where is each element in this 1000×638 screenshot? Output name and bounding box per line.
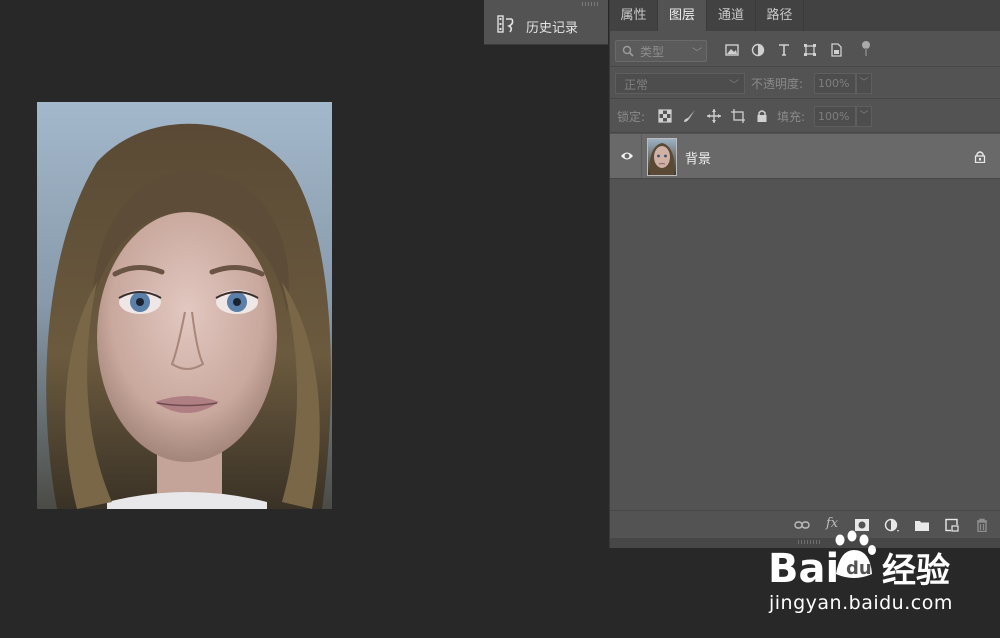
fill-value: 100%	[818, 110, 850, 123]
lock-row: 锁定: 填充: 100% ﹀	[610, 99, 1000, 133]
layers-list-empty-area[interactable]	[610, 179, 1000, 510]
layer-row-background[interactable]: 背景	[610, 134, 1000, 179]
fill-input[interactable]: 100%	[814, 106, 856, 127]
svg-text:经验: 经验	[882, 551, 950, 591]
filter-toggle-stem	[865, 48, 867, 56]
history-icon[interactable]	[497, 15, 515, 33]
smart-object-filter-icon[interactable]	[829, 43, 843, 57]
panel-grip[interactable]	[582, 2, 600, 6]
panel-tabbar: 属性 图层 通道 路径	[610, 0, 1000, 31]
visibility-column-divider	[641, 134, 642, 178]
visibility-eye-icon[interactable]	[620, 150, 634, 162]
lock-position-icon[interactable]	[707, 109, 721, 123]
layer-filter-select[interactable]: 类型 ﹀	[615, 40, 707, 62]
blend-mode-select[interactable]: 正常 ﹀	[615, 73, 745, 94]
opacity-value: 100%	[818, 77, 850, 90]
tab-layers[interactable]: 图层	[658, 0, 706, 31]
canvas-area[interactable]	[0, 0, 608, 638]
layers-panel: 属性 图层 通道 路径 类型 ﹀ 正常 ﹀ 不透明度: 100% ﹀ 锁定: 填…	[609, 0, 1000, 548]
filter-type-label: 类型	[640, 45, 665, 59]
shape-filter-icon[interactable]	[803, 43, 817, 57]
tab-paths[interactable]: 路径	[756, 0, 803, 31]
layer-name[interactable]: 背景	[685, 148, 711, 167]
fill-dropdown-button[interactable]: ﹀	[856, 106, 872, 127]
opacity-input[interactable]: 100%	[814, 73, 856, 94]
blend-mode-value: 正常	[624, 78, 649, 92]
tab-separator	[803, 0, 804, 31]
layer-effects-icon[interactable]: fx	[826, 516, 838, 531]
document-image[interactable]	[37, 102, 332, 509]
history-panel-collapsed[interactable]: 历史记录	[484, 0, 608, 45]
tab-properties[interactable]: 属性	[610, 0, 657, 31]
lock-all-icon[interactable]	[755, 109, 769, 123]
portrait-photo	[37, 102, 332, 509]
opacity-label: 不透明度:	[751, 77, 804, 91]
lock-transparent-pixels-icon[interactable]	[658, 109, 672, 123]
fill-label: 填充:	[777, 110, 806, 124]
opacity-dropdown-button[interactable]: ﹀	[856, 73, 872, 94]
adjustment-filter-icon[interactable]	[751, 43, 765, 57]
chevron-down-icon: ﹀	[729, 80, 739, 91]
chevron-down-icon: ﹀	[692, 48, 702, 59]
search-icon	[622, 45, 634, 57]
baidu-jingyan-logo: Bai du 经验	[768, 530, 950, 592]
watermark-url: jingyan.baidu.com	[769, 592, 953, 614]
pixel-filter-icon[interactable]	[725, 43, 739, 57]
baidu-watermark: Bai du 经验 jingyan.baidu.com	[760, 530, 995, 630]
thumbnail-image	[649, 143, 675, 175]
layer-filter-row: 类型 ﹀	[610, 31, 1000, 67]
svg-text:du: du	[846, 558, 872, 579]
lock-icon	[974, 151, 986, 163]
type-filter-icon[interactable]	[777, 43, 791, 57]
blend-row: 正常 ﹀ 不透明度: 100% ﹀	[610, 67, 1000, 99]
lock-image-pixels-icon[interactable]	[683, 109, 697, 123]
svg-text:Bai: Bai	[768, 546, 839, 592]
history-label[interactable]: 历史记录	[526, 17, 578, 36]
lock-label: 锁定:	[617, 110, 646, 124]
tab-channels[interactable]: 通道	[707, 0, 755, 31]
lock-artboard-icon[interactable]	[731, 109, 745, 123]
layer-thumbnail[interactable]	[647, 138, 677, 176]
